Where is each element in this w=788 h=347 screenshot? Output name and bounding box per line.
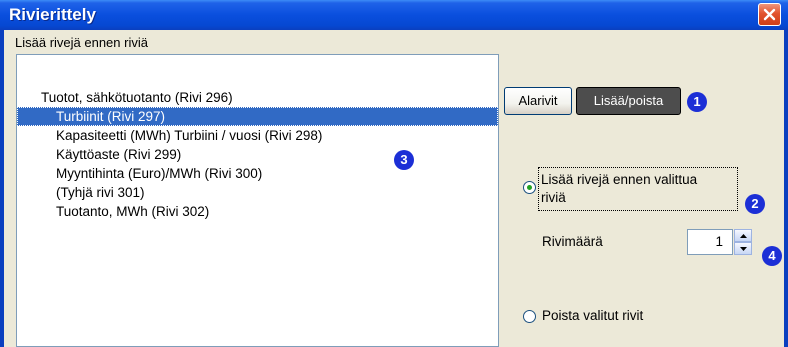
close-button[interactable]	[758, 3, 781, 26]
list-label: Lisää rivejä ennen riviä	[15, 35, 148, 50]
delete-selected-label[interactable]: Poista valitut rivit	[542, 307, 643, 325]
callout-badge-4: 4	[762, 246, 782, 266]
list-item[interactable]: Tuotot, sähkötuotanto (Rivi 296)	[17, 88, 498, 107]
insert-before-label[interactable]: Lisää rivejä ennen valittua	[541, 171, 697, 189]
row-listbox[interactable]: Tuotot, sähkötuotanto (Rivi 296) Turbiin…	[16, 54, 499, 347]
tab-lisaa-poista[interactable]: Lisää/poista	[576, 87, 681, 115]
list-item[interactable]: Myyntihinta (Euro)/MWh (Rivi 300)	[17, 164, 498, 183]
insert-before-radio[interactable]	[523, 181, 536, 194]
list-item[interactable]: Kapasiteetti (MWh) Turbiini / vuosi (Riv…	[17, 126, 498, 145]
spin-up-icon	[739, 233, 747, 238]
list-item[interactable]: Käyttöaste (Rivi 299)	[17, 145, 498, 164]
row-count-label: Rivimäärä	[542, 234, 603, 249]
spin-down-button[interactable]	[734, 242, 752, 255]
list-item-selected[interactable]: Turbiinit (Rivi 297)	[17, 107, 498, 126]
window-title: Rivierittely	[9, 5, 96, 24]
title-bar[interactable]: Rivierittely	[0, 0, 788, 30]
list-item[interactable]: Tuotanto, MWh (Rivi 302)	[17, 202, 498, 221]
spin-up-button[interactable]	[734, 229, 752, 242]
spin-down-icon	[739, 246, 747, 251]
callout-badge-2: 2	[745, 194, 765, 214]
callout-badge-1: 1	[687, 92, 707, 112]
insert-before-label-line2[interactable]: riviä	[541, 189, 566, 207]
row-count-input[interactable]: 1	[687, 229, 733, 255]
callout-badge-3: 3	[394, 150, 414, 170]
close-icon	[763, 8, 776, 21]
tab-alarivit[interactable]: Alarivit	[504, 87, 572, 115]
delete-selected-radio[interactable]	[523, 310, 536, 323]
radio-selected-dot	[527, 185, 532, 190]
list-item[interactable]: (Tyhjä rivi 301)	[17, 183, 498, 202]
